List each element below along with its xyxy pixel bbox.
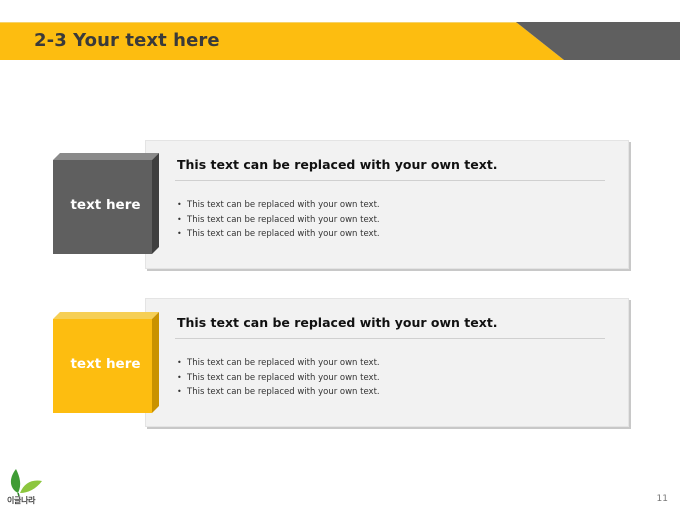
bullet-icon: • (177, 214, 182, 224)
list-item: • This text can be replaced with your own… (177, 371, 380, 386)
box-label: text here (70, 356, 141, 372)
list-item: • This text can be replaced with your own… (177, 385, 380, 400)
slide-title: 2-3 Your text here (34, 30, 220, 51)
bullet-text: This text can be replaced with your own … (187, 372, 380, 383)
bullet-list: • This text can be replaced with your own… (177, 356, 380, 400)
bullet-text: This text can be replaced with your own … (187, 214, 380, 225)
bullet-text: This text can be replaced with your own … (187, 200, 380, 210)
list-item: • This text can be replaced with your own… (177, 198, 380, 213)
box-label: text here (70, 197, 141, 213)
content-panel-2: This text can be replaced with your own … (145, 298, 629, 427)
label-box-gray: text here (53, 153, 159, 255)
list-item: • This text can be replaced with your own… (177, 227, 380, 242)
bullet-icon: • (177, 200, 182, 209)
bullet-icon: • (177, 372, 182, 382)
bullet-icon: • (177, 387, 182, 397)
bullet-text: This text can be replaced with your own … (187, 358, 380, 368)
panel-divider (175, 180, 605, 181)
content-panel-1: This text can be replaced with your own … (145, 140, 629, 269)
list-item: • This text can be replaced with your own… (177, 356, 380, 371)
bullet-icon: • (177, 358, 182, 367)
label-box-yellow: text here (53, 312, 159, 414)
page-number: 11 (656, 494, 668, 504)
panel-heading: This text can be replaced with your own … (177, 315, 498, 330)
panel-heading: This text can be replaced with your own … (177, 157, 498, 172)
panel-divider (175, 338, 605, 339)
bullet-text: This text can be replaced with your own … (187, 387, 380, 398)
logo-text: 이글나라 (7, 496, 36, 505)
list-item: • This text can be replaced with your own… (177, 213, 380, 228)
bullet-text: This text can be replaced with your own … (187, 229, 380, 240)
bullet-icon: • (177, 229, 182, 239)
bullet-list: • This text can be replaced with your own… (177, 198, 380, 242)
